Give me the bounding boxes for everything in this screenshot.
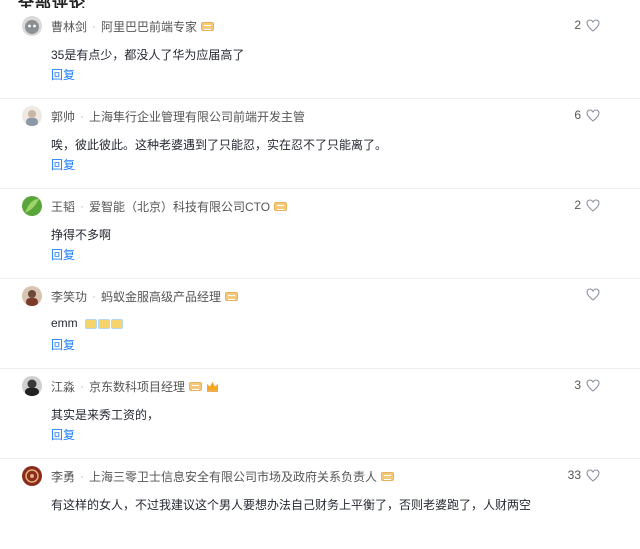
level-badge-icon xyxy=(201,21,215,31)
user-title: 上海三零卫士信息安全有限公司市场及政府关系负责人 xyxy=(89,469,378,484)
reply-button[interactable]: 回复 xyxy=(51,156,75,173)
meta-separator: · xyxy=(92,19,97,33)
user-title: 爱智能（北京）科技有限公司CTO xyxy=(89,199,271,214)
like-count: 6 xyxy=(574,108,581,122)
heart-icon xyxy=(586,378,600,392)
like-button[interactable]: 6 xyxy=(574,108,600,122)
avatar[interactable] xyxy=(22,466,42,486)
section-title-cut: 全部评论 xyxy=(0,0,640,8)
like-count: 33 xyxy=(567,468,581,482)
comment-text: 唉，彼此彼此。这种老婆遇到了只能忍，实在忍不了只能离了。 xyxy=(51,138,388,152)
meta-separator: · xyxy=(80,379,85,393)
comment-meta: 曹林剑 · 阿里巴巴前端专家 xyxy=(51,17,215,35)
comment-text-wrap: emm xyxy=(51,316,124,330)
crown-icon xyxy=(207,381,219,392)
comment-meta: 李勇 · 上海三零卫士信息安全有限公司市场及政府关系负责人 xyxy=(51,467,395,485)
like-button[interactable] xyxy=(581,288,600,301)
section-title: 全部评论 xyxy=(18,0,86,8)
avatar[interactable] xyxy=(22,16,42,36)
like-count: 2 xyxy=(574,198,581,212)
user-title: 上海隼行企业管理有限公司前端开发主管 xyxy=(89,109,306,124)
heart-icon xyxy=(586,18,600,32)
comment-item: 郭帅 · 上海隼行企业管理有限公司前端开发主管 唉，彼此彼此。这种老婆遇到了只能… xyxy=(0,99,640,189)
comment-item: 李勇 · 上海三零卫士信息安全有限公司市场及政府关系负责人 有这样的女人，不过我… xyxy=(0,459,640,549)
user-name[interactable]: 李笑功 xyxy=(51,288,87,305)
reply-button[interactable]: 回复 xyxy=(51,336,75,353)
comment-item: 王韬 · 爱智能（北京）科技有限公司CTO 挣得不多啊 回复 2 xyxy=(0,189,640,279)
comment-text: emm xyxy=(51,316,78,330)
reply-button[interactable]: 回复 xyxy=(51,66,75,83)
comment-item: 曹林剑 · 阿里巴巴前端专家 35是有点少，都没人了华为应届高了 回复 2 xyxy=(0,9,640,99)
heart-icon xyxy=(586,468,600,482)
user-name[interactable]: 王韬 xyxy=(51,198,75,215)
level-badge-icon xyxy=(381,471,395,481)
user-name[interactable]: 江淼 xyxy=(51,378,75,395)
level-badge-icon xyxy=(189,381,203,391)
level-badge-icon xyxy=(225,291,239,301)
level-badge-icon xyxy=(274,201,288,211)
comment-meta: 李笑功 · 蚂蚁金服高级产品经理 xyxy=(51,287,239,305)
heart-icon xyxy=(586,108,600,122)
like-button[interactable]: 33 xyxy=(568,468,600,482)
like-button[interactable]: 3 xyxy=(574,378,600,392)
emoji-icon xyxy=(85,318,98,329)
reply-button[interactable]: 回复 xyxy=(51,426,75,443)
like-button[interactable]: 2 xyxy=(574,198,600,212)
heart-icon xyxy=(586,198,600,212)
meta-separator: · xyxy=(80,199,85,213)
user-name[interactable]: 李勇 xyxy=(51,468,75,485)
avatar[interactable] xyxy=(22,376,42,396)
user-name[interactable]: 郭帅 xyxy=(51,108,75,125)
meta-separator: · xyxy=(80,469,85,483)
meta-separator: · xyxy=(80,109,85,123)
emoji-icon xyxy=(111,318,124,329)
comment-text: 其实是来秀工资的， xyxy=(51,408,160,422)
user-title: 阿里巴巴前端专家 xyxy=(101,19,198,34)
like-count: 2 xyxy=(574,18,581,32)
comment-item: 李笑功 · 蚂蚁金服高级产品经理 emm 回复 xyxy=(0,279,640,369)
comment-item: 江淼 · 京东数科项目经理 其实是来秀工资的， 回复 3 xyxy=(0,369,640,459)
emoji-icon xyxy=(98,318,111,329)
avatar[interactable] xyxy=(22,196,42,216)
comment-text: 35是有点少，都没人了华为应届高了 xyxy=(51,48,245,62)
like-button[interactable]: 2 xyxy=(574,18,600,32)
avatar[interactable] xyxy=(22,106,42,126)
comment-meta: 郭帅 · 上海隼行企业管理有限公司前端开发主管 xyxy=(51,107,305,125)
reply-button[interactable]: 回复 xyxy=(51,246,75,263)
meta-separator: · xyxy=(92,289,97,303)
like-count: 3 xyxy=(574,378,581,392)
comment-text: 有这样的女人，不过我建议这个男人要想办法自己财务上平衡了，否则老婆跑了，人财两空 xyxy=(51,498,532,512)
heart-icon xyxy=(586,288,600,301)
comment-meta: 王韬 · 爱智能（北京）科技有限公司CTO xyxy=(51,197,288,215)
avatar[interactable] xyxy=(22,286,42,306)
user-title: 蚂蚁金服高级产品经理 xyxy=(101,289,222,304)
comment-text: 挣得不多啊 xyxy=(51,228,112,242)
user-title: 京东数科项目经理 xyxy=(89,379,186,394)
comment-meta: 江淼 · 京东数科项目经理 xyxy=(51,377,219,395)
user-name[interactable]: 曹林剑 xyxy=(51,18,87,35)
